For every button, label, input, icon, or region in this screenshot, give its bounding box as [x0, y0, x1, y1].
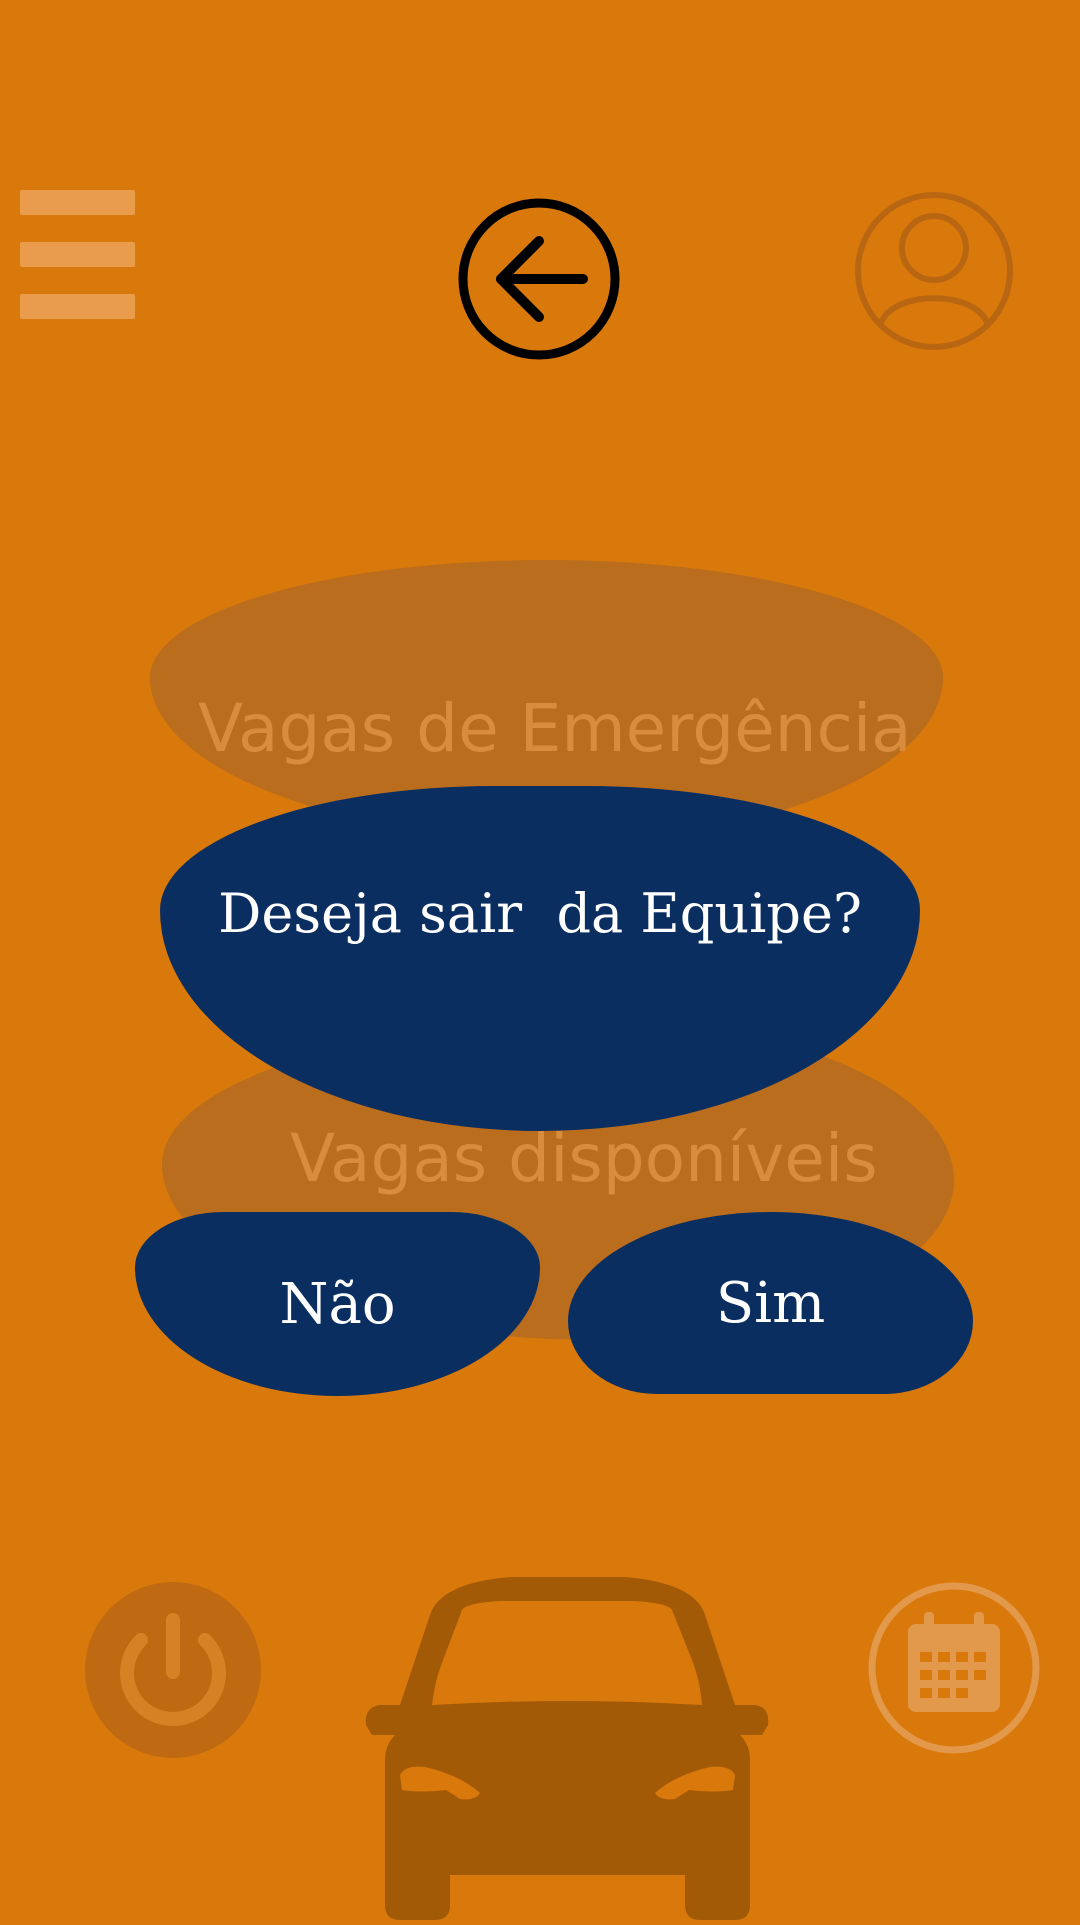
arrow-left-circle-icon	[458, 198, 620, 360]
dialog-message: Deseja sair da Equipe?	[218, 882, 862, 945]
available-vacancies-label: Vagas disponíveis	[290, 1120, 878, 1197]
power-button[interactable]	[83, 1580, 263, 1760]
emergency-vacancies-label: Vagas de Emergência	[198, 690, 912, 767]
power-icon	[85, 1582, 261, 1758]
back-button[interactable]	[456, 196, 622, 362]
yes-button-label: Sim	[715, 1270, 826, 1336]
profile-button[interactable]	[853, 190, 1015, 352]
calendar-icon	[868, 1582, 1040, 1754]
car-icon	[365, 1577, 769, 1920]
user-circle-icon	[855, 192, 1013, 350]
no-button[interactable]: Não	[135, 1212, 540, 1396]
calendar-button[interactable]	[868, 1582, 1040, 1754]
menu-icon[interactable]	[20, 190, 135, 320]
car-button[interactable]	[350, 1575, 785, 1920]
no-button-label: Não	[279, 1271, 396, 1337]
